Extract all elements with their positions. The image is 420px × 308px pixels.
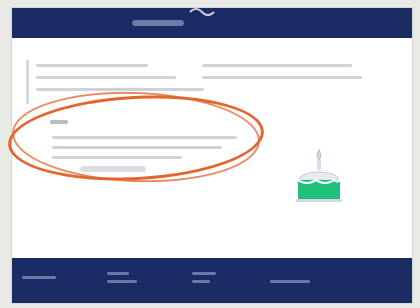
intro-line: [36, 76, 176, 79]
footer-item: [107, 280, 137, 283]
intro-accent-bar: [26, 60, 29, 104]
intro-line: [36, 64, 148, 67]
footer-col: [107, 266, 167, 286]
watermark-icon: [189, 8, 215, 16]
secondary-line: [202, 64, 352, 67]
footer-col: [192, 266, 252, 286]
footer-col: [22, 266, 82, 286]
footer-col: [270, 266, 330, 286]
header-title: [132, 18, 192, 28]
secondary-paragraph: [202, 60, 377, 90]
secondary-line: [202, 76, 362, 79]
footer: [12, 258, 412, 303]
footer-item: [270, 280, 310, 283]
header-title-placeholder: [132, 20, 184, 26]
cake-icon: [296, 148, 342, 202]
intro-line: [36, 88, 204, 91]
footer-item: [192, 272, 216, 275]
footer-item: [22, 276, 56, 279]
footer-item: [107, 272, 129, 275]
footer-item: [192, 280, 210, 283]
